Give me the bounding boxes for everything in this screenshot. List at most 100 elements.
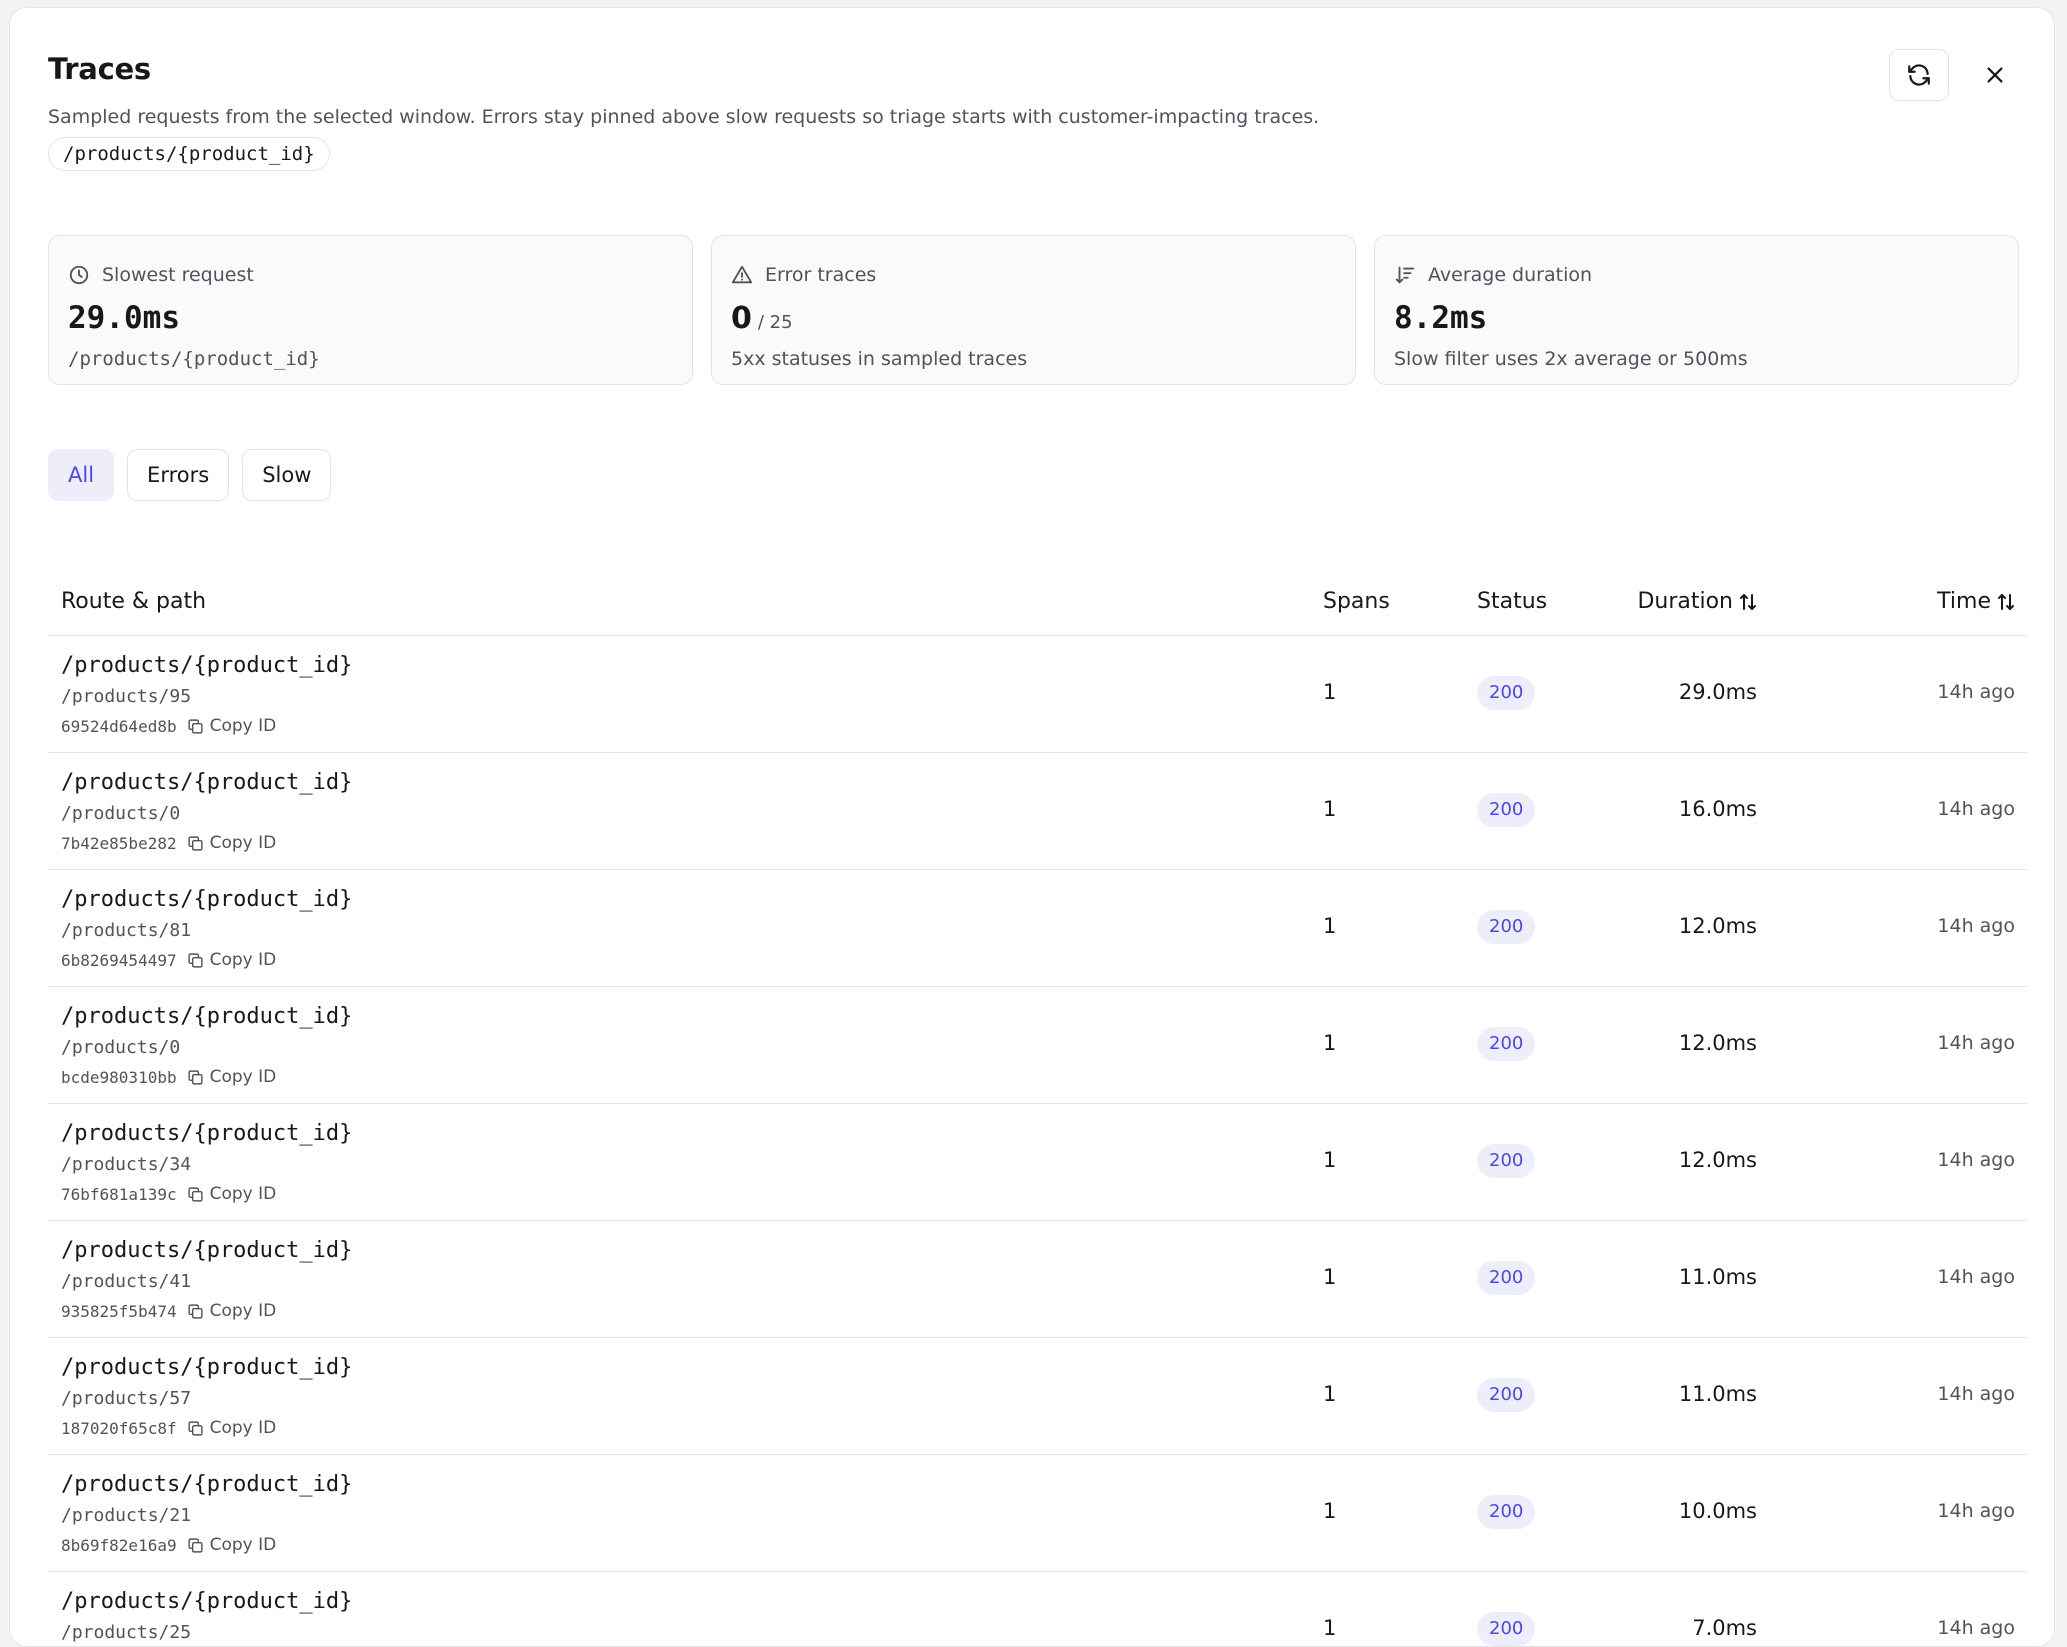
page-subtitle: Sampled requests from the selected windo… [48,106,1320,128]
table-row[interactable]: /products/{product_id} /products/57 187020… [48,1338,2027,1455]
row-path: /products/81 [61,920,192,941]
table-header: Route & path Spans Status Duration Time [48,573,2027,636]
card-value: 8.2ms [1394,300,1488,336]
trace-id: 76bf681a139c [61,1184,177,1204]
card-label: Error traces [765,264,877,286]
slowest-request-card: Slowest request 29.0ms /products/{produc… [48,235,693,385]
row-path: /products/21 [61,1505,192,1526]
column-time-label: Time [1937,589,1991,614]
copy-icon [188,1537,203,1553]
copy-icon [188,1420,203,1436]
copy-id-label: Copy ID [209,833,277,853]
copy-icon [188,835,203,851]
table-row[interactable]: /products/{product_id} /products/0 bcde980… [48,987,2027,1104]
status-badge: 200 [1477,1495,1536,1529]
row-duration: 12.0ms [1678,914,1757,938]
copy-id-button[interactable]: Copy ID [187,950,277,970]
copy-id-button[interactable]: Copy ID [187,1418,277,1438]
row-time: 14h ago [1937,1149,2015,1171]
row-duration: 12.0ms [1678,1148,1757,1172]
copy-id-button[interactable]: Copy ID [187,1535,277,1555]
copy-icon [188,1069,203,1085]
row-spans: 1 [1323,797,1337,821]
refresh-button[interactable] [1889,49,1949,101]
row-id-line: 69524d64ed8b Copy ID [61,716,276,736]
traces-panel: Traces Sampled requests from the selecte… [9,7,2055,1647]
row-time: 14h ago [1937,1500,2015,1522]
row-spans: 1 [1323,1265,1337,1289]
row-spans: 1 [1323,1616,1337,1640]
row-duration: 11.0ms [1678,1265,1757,1289]
row-time: 14h ago [1937,681,2015,703]
copy-id-button[interactable]: Copy ID [187,716,277,736]
row-path: /products/57 [61,1388,192,1409]
row-id-line: 187020f65c8f Copy ID [61,1418,276,1438]
copy-id-label: Copy ID [209,1535,277,1555]
trace-id: 187020f65c8f [61,1418,177,1438]
trace-id: 6b8269454497 [61,950,177,970]
table-row[interactable]: /products/{product_id} /products/95 69524d… [48,636,2027,753]
card-label: Slowest request [102,264,254,286]
filter-all[interactable]: All [48,449,115,501]
card-value: 29.0ms [68,300,180,336]
route-chip: /products/{product_id} [48,137,330,171]
copy-id-label: Copy ID [209,1418,277,1438]
warning-icon [731,265,753,284]
row-duration: 29.0ms [1678,680,1757,704]
table-row[interactable]: /products/{product_id} /products/0 7b42e85… [48,753,2027,870]
table-row[interactable]: /products/{product_id} /products/25 1 200 7.… [48,1572,2027,1646]
row-spans: 1 [1323,1499,1337,1523]
copy-id-button[interactable]: Copy ID [187,833,277,853]
refresh-icon [1908,64,1930,86]
copy-id-button[interactable]: Copy ID [187,1184,277,1204]
copy-icon [188,718,203,734]
close-button[interactable] [1973,53,2017,97]
filter-tabs: All Errors Slow [48,449,332,501]
column-duration[interactable]: Duration [1637,589,1757,614]
filter-slow[interactable]: Slow [242,449,332,501]
card-detail: /products/{product_id} [68,348,320,370]
row-duration: 10.0ms [1678,1499,1757,1523]
row-route: /products/{product_id} [61,1238,353,1263]
trace-id: 8b69f82e16a9 [61,1535,177,1555]
column-status: Status [1477,589,1548,614]
row-id-line: 76bf681a139c Copy ID [61,1184,276,1204]
copy-id-label: Copy ID [209,1067,277,1087]
copy-id-button[interactable]: Copy ID [187,1301,277,1321]
row-time: 14h ago [1937,1032,2015,1054]
copy-id-label: Copy ID [209,950,277,970]
copy-id-label: Copy ID [209,1301,277,1321]
column-spans: Spans [1323,589,1390,614]
column-route: Route & path [61,589,207,614]
row-spans: 1 [1323,914,1337,938]
copy-id-button[interactable]: Copy ID [187,1067,277,1087]
table-row[interactable]: /products/{product_id} /products/81 6b8269… [48,870,2027,987]
copy-id-label: Copy ID [209,716,277,736]
card-value: 0 [731,301,752,336]
table-row[interactable]: /products/{product_id} /products/21 8b69f8… [48,1455,2027,1572]
close-icon [1987,67,2003,83]
row-time: 14h ago [1937,915,2015,937]
status-badge: 200 [1477,910,1536,944]
copy-icon [188,1186,203,1202]
column-time[interactable]: Time [1937,589,2015,614]
column-duration-label: Duration [1637,589,1733,614]
card-detail: Slow filter uses 2x average or 500ms [1394,348,1748,370]
filter-errors[interactable]: Errors [127,449,230,501]
row-path: /products/0 [61,803,181,824]
sort-arrows-icon [1998,593,2014,610]
status-badge: 200 [1477,1027,1536,1061]
row-id-line: 6b8269454497 Copy ID [61,950,276,970]
status-badge: 200 [1477,793,1536,827]
row-spans: 1 [1323,1031,1337,1055]
status-badge: 200 [1477,1378,1536,1412]
copy-id-label: Copy ID [209,1184,277,1204]
clock-icon [69,265,89,285]
row-id-line: 7b42e85be282 Copy ID [61,833,276,853]
sort-arrows-icon [1740,593,1756,610]
table-row[interactable]: /products/{product_id} /products/41 935825… [48,1221,2027,1338]
table-row[interactable]: /products/{product_id} /products/34 76bf68… [48,1104,2027,1221]
row-duration: 7.0ms [1692,1616,1757,1640]
row-duration: 11.0ms [1678,1382,1757,1406]
row-path: /products/95 [61,686,192,707]
